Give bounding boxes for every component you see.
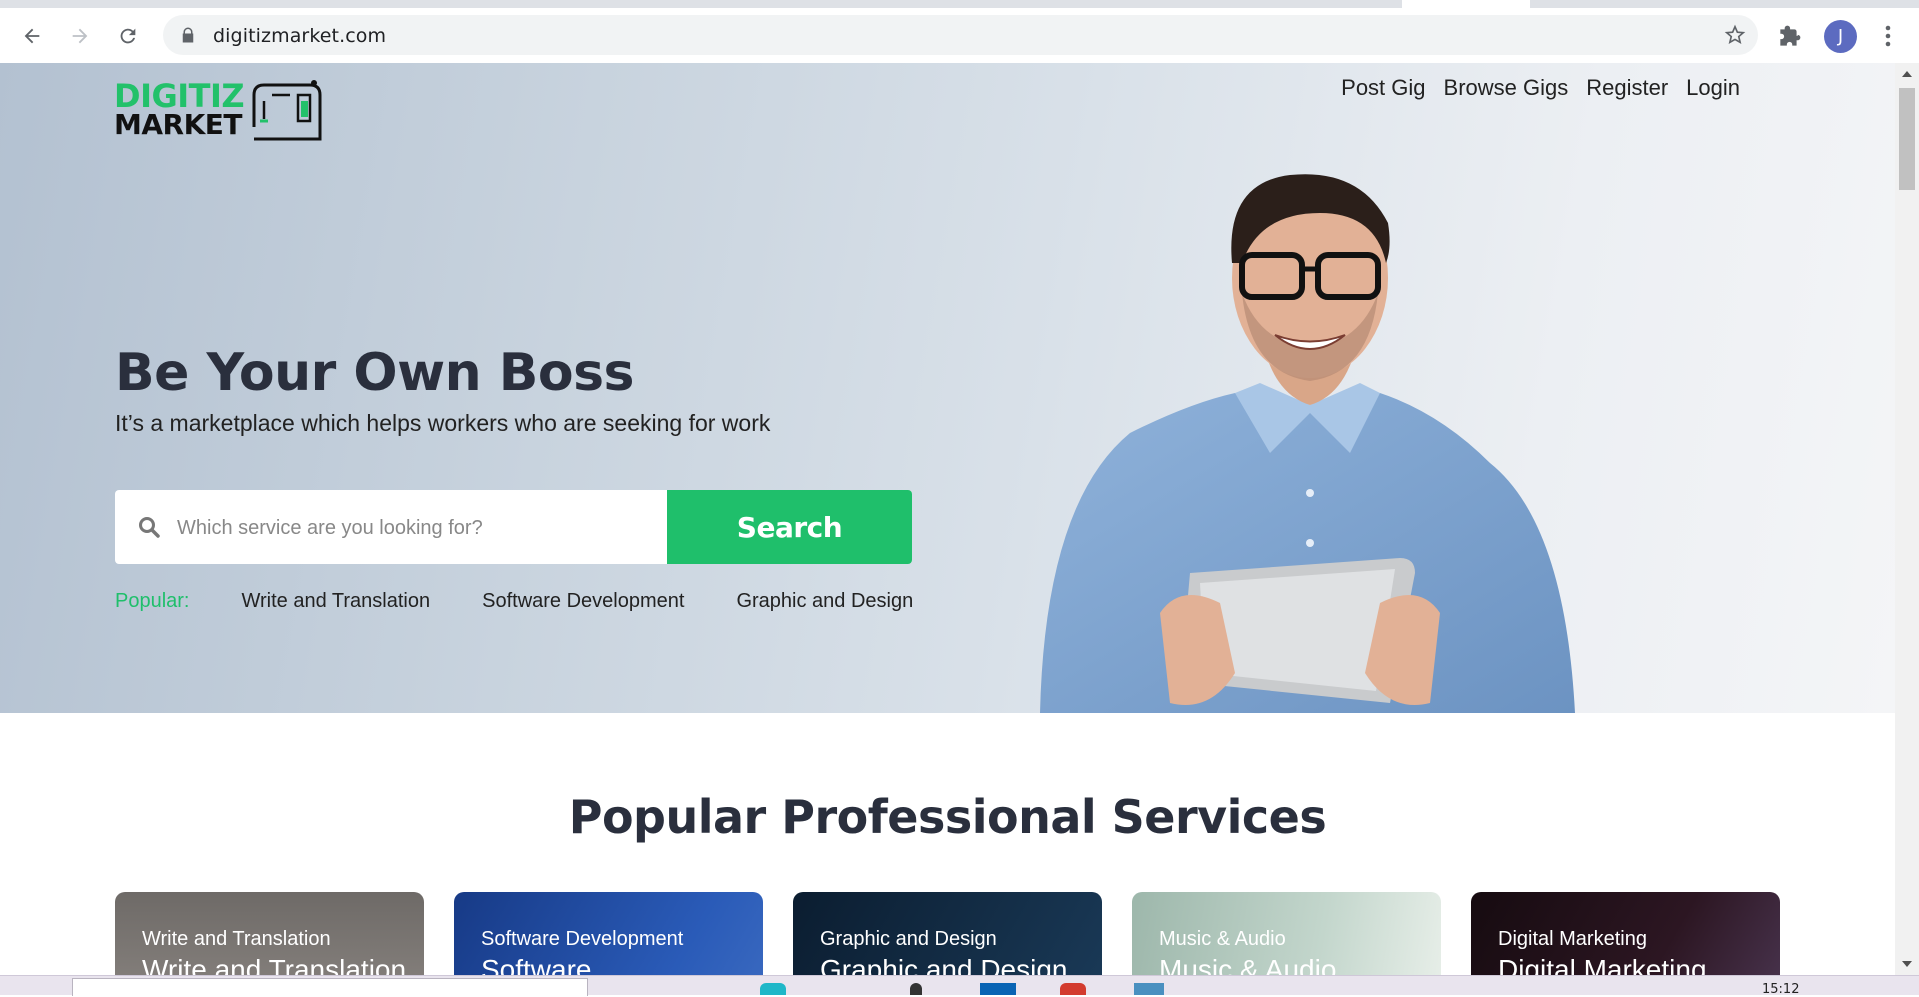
card-subtitle: Digital Marketing xyxy=(1498,928,1647,950)
logo-text-bottom: MARKET xyxy=(114,108,243,141)
extensions-icon[interactable] xyxy=(1776,24,1802,50)
sewing-machine-icon xyxy=(252,80,322,141)
page-scrollbar[interactable] xyxy=(1895,63,1919,975)
card-subtitle: Write and Translation xyxy=(142,928,331,950)
service-card-software-development[interactable]: Software Development Software xyxy=(454,892,763,975)
active-tab[interactable] xyxy=(1402,0,1530,8)
site-logo[interactable]: DIGITIZ MARKET xyxy=(114,77,354,141)
arrow-right-icon xyxy=(72,28,88,44)
nav-post-gig[interactable]: Post Gig xyxy=(1341,75,1425,101)
tab-strip xyxy=(0,0,1919,8)
popular-searches: Popular: Write and Translation Software … xyxy=(115,590,965,613)
popular-label: Popular: xyxy=(115,590,190,612)
kebab-menu-icon[interactable] xyxy=(1876,22,1900,50)
search-icon xyxy=(139,517,160,538)
search-input[interactable] xyxy=(175,506,659,550)
address-bar[interactable]: digitizmarket.com xyxy=(163,15,1758,55)
url-text[interactable]: digitizmarket.com xyxy=(213,25,386,47)
search-bar: Search xyxy=(115,490,912,564)
card-title: Software xyxy=(481,954,592,975)
page-viewport: DIGITIZ MARKET Post Gig Browse Gigs Regi… xyxy=(0,63,1895,975)
back-button[interactable] xyxy=(16,20,48,52)
store-icon[interactable] xyxy=(980,983,1016,995)
scroll-down-arrow-icon[interactable] xyxy=(1902,961,1912,967)
search-button[interactable]: Search xyxy=(667,490,912,564)
nav-register[interactable]: Register xyxy=(1586,75,1668,101)
nav-browse-gigs[interactable]: Browse Gigs xyxy=(1444,75,1569,101)
service-card-graphic-design[interactable]: Graphic and Design Graphic and Design xyxy=(793,892,1102,975)
window-thumbnail-icon[interactable] xyxy=(1134,983,1164,995)
os-taskbar: 15:12 xyxy=(0,975,1919,997)
scroll-up-arrow-icon[interactable] xyxy=(1902,71,1912,77)
bookmark-star-icon[interactable] xyxy=(1724,24,1746,46)
popular-link-write-translation[interactable]: Write and Translation xyxy=(242,590,431,613)
card-title: Music & Audio xyxy=(1159,954,1337,975)
top-navigation: Post Gig Browse Gigs Register Login xyxy=(1341,75,1740,101)
service-card-digital-marketing[interactable]: Digital Marketing Digital Marketing xyxy=(1471,892,1780,975)
card-subtitle: Music & Audio xyxy=(1159,928,1286,950)
service-cards: Write and Translation Write and Translat… xyxy=(115,892,1780,975)
reload-icon xyxy=(120,28,136,44)
popular-link-software-development[interactable]: Software Development xyxy=(482,590,684,613)
card-subtitle: Graphic and Design xyxy=(820,928,997,950)
card-title: Graphic and Design xyxy=(820,954,1068,975)
forward-button[interactable] xyxy=(64,20,96,52)
card-title: Digital Marketing xyxy=(1498,954,1707,975)
service-card-write-translation[interactable]: Write and Translation Write and Translat… xyxy=(115,892,424,975)
nav-login[interactable]: Login xyxy=(1686,75,1740,101)
card-subtitle: Software Development xyxy=(481,928,684,950)
hero-section: DIGITIZ MARKET Post Gig Browse Gigs Regi… xyxy=(0,63,1895,713)
hero-title: Be Your Own Boss xyxy=(115,343,635,403)
taskbar-clock: 15:12 xyxy=(1762,982,1800,997)
lock-icon xyxy=(182,27,194,43)
profile-avatar[interactable]: J xyxy=(1824,20,1857,53)
section-title: Popular Professional Services xyxy=(568,790,1327,844)
popular-link-graphic-design[interactable]: Graphic and Design xyxy=(736,590,913,613)
arrow-left-icon xyxy=(24,28,40,44)
card-title: Write and Translation xyxy=(142,954,407,975)
app-icon[interactable] xyxy=(910,983,922,995)
hero-subtitle: It’s a marketplace which helps workers w… xyxy=(115,410,771,436)
reload-button[interactable] xyxy=(112,20,144,52)
hero-person-image xyxy=(1040,174,1575,713)
service-card-music-audio[interactable]: Music & Audio Music & Audio xyxy=(1132,892,1441,975)
edge-icon[interactable] xyxy=(760,983,786,995)
taskbar-search-box[interactable] xyxy=(72,978,588,996)
chrome-icon[interactable] xyxy=(1060,983,1086,995)
scrollbar-thumb[interactable] xyxy=(1899,88,1915,190)
browser-toolbar: digitizmarket.com J xyxy=(0,8,1919,64)
